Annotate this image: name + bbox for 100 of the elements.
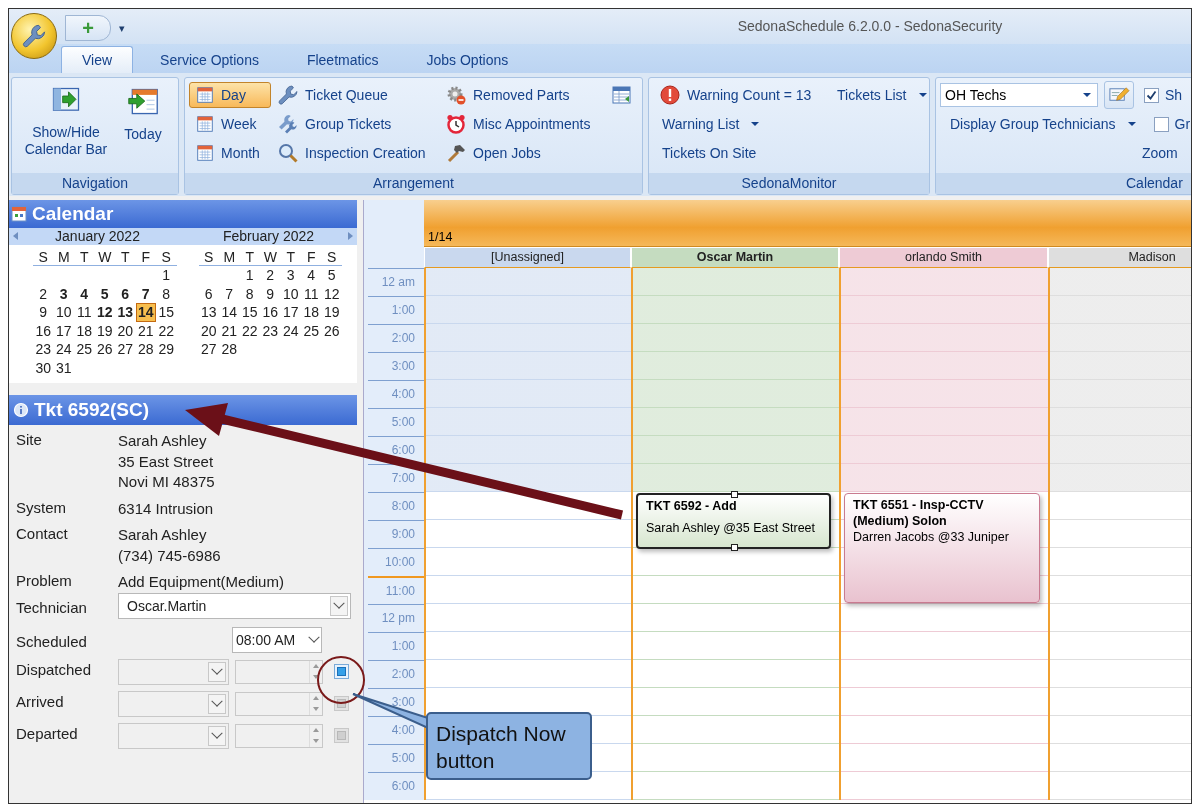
next-month-button[interactable]: [348, 232, 353, 241]
time-spinner[interactable]: [235, 691, 323, 716]
calendar-day[interactable]: 29: [156, 340, 177, 359]
checkbox-label[interactable]: Sh: [1165, 87, 1183, 103]
calendar-day[interactable]: 5: [94, 284, 115, 304]
view-button[interactable]: Week: [189, 111, 271, 137]
ribbon-tab[interactable]: Jobs Options: [405, 45, 530, 73]
time-spinner[interactable]: [235, 723, 323, 748]
resize-handle[interactable]: [730, 490, 738, 498]
date-dropdown[interactable]: [118, 690, 229, 717]
ribbon-button[interactable]: Misc Appointments: [439, 110, 607, 138]
calendar-day[interactable]: 8: [156, 284, 177, 304]
ribbon-tab[interactable]: Service Options: [139, 45, 280, 73]
calendar-day[interactable]: 22: [239, 321, 260, 341]
calendar-day[interactable]: 3: [280, 266, 301, 285]
view-button[interactable]: Month: [189, 140, 271, 166]
calendar-day[interactable]: 7: [219, 284, 240, 304]
calendar-day[interactable]: 13: [198, 303, 219, 322]
calendar-day[interactable]: 11: [301, 284, 322, 304]
view-button[interactable]: Day: [189, 82, 271, 108]
calendar-day[interactable]: 16: [33, 321, 54, 341]
show-hide-calendar-bar-button[interactable]: Show/Hide Calendar Bar: [16, 80, 116, 170]
checkbox-label[interactable]: Gr: [1174, 116, 1191, 132]
technician-dropdown[interactable]: Oscar.Martin: [118, 592, 351, 619]
calendar-day[interactable]: 23: [260, 321, 281, 341]
warning-list-dropdown[interactable]: Warning List: [656, 113, 831, 135]
resource-header[interactable]: [Unassigned]: [424, 246, 631, 268]
tickets-list-dropdown[interactable]: Tickets List: [831, 84, 931, 106]
date-dropdown[interactable]: [118, 722, 229, 749]
calendar-day[interactable]: 21: [135, 321, 156, 341]
calendar-day[interactable]: 1: [239, 266, 260, 285]
resize-handle[interactable]: [730, 543, 738, 551]
calendar-day[interactable]: 13: [115, 303, 136, 322]
calendar-day[interactable]: 21: [219, 321, 240, 341]
calendar-day[interactable]: 10: [53, 303, 74, 322]
previous-month-button[interactable]: [13, 232, 18, 241]
calendar-day[interactable]: 3: [53, 284, 74, 304]
calendar-day[interactable]: 28: [219, 340, 240, 359]
customize-toolbar-button[interactable]: ▾: [119, 21, 125, 35]
ribbon-tab[interactable]: View: [61, 45, 134, 73]
calendar-day[interactable]: 9: [33, 303, 54, 322]
calendar-day[interactable]: 25: [301, 321, 322, 341]
ribbon-tab[interactable]: Fleetmatics: [285, 45, 400, 73]
calendar-day[interactable]: 6: [115, 284, 136, 304]
display-group-technicians-dropdown[interactable]: Display Group Technicians: [944, 113, 1142, 135]
calendar-day[interactable]: 26: [321, 321, 342, 341]
ribbon-button[interactable]: Inspection Creation: [271, 139, 439, 167]
calendar-day[interactable]: 18: [301, 303, 322, 322]
calendar-day[interactable]: 10: [280, 284, 301, 304]
calendar-day[interactable]: 11: [74, 303, 95, 322]
calendar-day[interactable]: 24: [53, 340, 74, 359]
calendar-day[interactable]: 23: [33, 340, 54, 359]
checkbox[interactable]: [1144, 87, 1159, 103]
group-combo[interactable]: OH Techs: [940, 83, 1098, 107]
calendar-day[interactable]: 17: [53, 321, 74, 341]
ribbon-button[interactable]: Ticket Queue: [271, 81, 439, 109]
scheduled-time-dropdown[interactable]: 08:00 AM: [232, 626, 322, 653]
checkbox[interactable]: [1153, 116, 1169, 132]
calendar-day[interactable]: 5: [321, 266, 342, 285]
calendar-day[interactable]: 17: [280, 303, 301, 322]
resource-header[interactable]: Oscar Martin: [631, 246, 839, 268]
calendar-day[interactable]: 19: [94, 321, 115, 341]
calendar-day[interactable]: 20: [198, 321, 219, 341]
calendar-day[interactable]: 24: [280, 321, 301, 341]
calendar-day[interactable]: 28: [135, 340, 156, 359]
calendar-day[interactable]: 15: [156, 303, 177, 322]
calendar-day[interactable]: 4: [74, 284, 95, 304]
resource-header[interactable]: orlando Smith: [839, 246, 1048, 268]
ribbon-button[interactable]: Group Tickets: [271, 110, 439, 138]
calendar-day[interactable]: 22: [156, 321, 177, 341]
calendar-day[interactable]: 2: [260, 266, 281, 285]
calendar-day[interactable]: 12: [321, 284, 342, 304]
ribbon-button[interactable]: Open Jobs: [439, 139, 607, 167]
calendar-day[interactable]: 12: [94, 303, 115, 322]
calendar-day[interactable]: 6: [198, 284, 219, 304]
edit-group-button[interactable]: [1104, 81, 1134, 109]
resource-header[interactable]: Madison: [1048, 246, 1191, 268]
appointment[interactable]: TKT 6551 - Insp-CCTV (Medium) Solon Darren Jacobs @33 Juniper: [844, 492, 1040, 603]
zoom-button[interactable]: Zoom: [1136, 142, 1184, 164]
application-button[interactable]: [11, 13, 57, 59]
calendar-day[interactable]: 14: [219, 303, 240, 322]
today-button[interactable]: Today: [116, 80, 170, 170]
dispatch-now-button[interactable]: [334, 664, 349, 680]
calendar-day[interactable]: 27: [115, 340, 136, 359]
time-spinner[interactable]: [235, 659, 323, 684]
tickets-on-site-button[interactable]: Tickets On Site: [656, 142, 831, 164]
calendar-day[interactable]: 18: [74, 321, 95, 341]
calendar-day[interactable]: 8: [239, 284, 260, 304]
calendar-day[interactable]: 4: [301, 266, 322, 285]
calendar-day[interactable]: 19: [321, 303, 342, 322]
calendar-day[interactable]: 15: [239, 303, 260, 322]
calendar-day[interactable]: 14: [135, 303, 156, 322]
calendar-day[interactable]: 30: [33, 358, 54, 378]
appointment[interactable]: TKT 6592 - Add Sarah Ashley @35 East Street: [636, 492, 831, 549]
calendar-day[interactable]: 16: [260, 303, 281, 322]
date-dropdown[interactable]: [118, 658, 229, 685]
calendar-day[interactable]: 2: [33, 284, 54, 304]
calendar-day[interactable]: 25: [74, 340, 95, 359]
warning-count-button[interactable]: Warning Count = 13: [653, 81, 831, 109]
calendar-day[interactable]: 31: [53, 358, 74, 378]
